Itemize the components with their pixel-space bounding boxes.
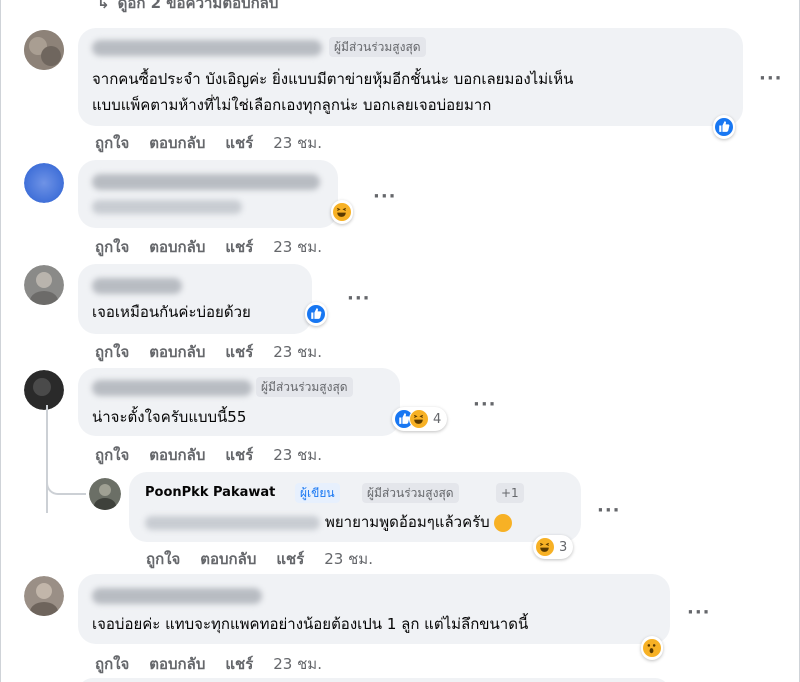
like-button[interactable]: ถูกใจ: [95, 446, 129, 464]
comment-bubble: เจอบ่อยค่ะ แทบจะทุกแพคทอย่างน้อยต้องเปน …: [78, 574, 670, 644]
share-button[interactable]: แชร์: [225, 343, 253, 361]
like-button[interactable]: ถูกใจ: [95, 343, 129, 361]
timestamp[interactable]: 23 ชม.: [273, 343, 322, 361]
haha-reaction-icon: [332, 202, 352, 222]
comment-text: เจอบ่อยค่ะ แทบจะทุกแพคทอย่างน้อยต้องเปน …: [92, 615, 529, 633]
view-more-replies-label: ดูอีก 2 ข้อความตอบกลับ: [117, 0, 279, 12]
avatar-image: [24, 576, 64, 616]
blurred-author-name[interactable]: [92, 174, 320, 190]
reaction-summary[interactable]: [331, 200, 353, 224]
comment-thread: ↳ ดูอีก 2 ข้อความตอบกลับ ผู้มีส่วนร่วมสูง…: [0, 0, 800, 682]
reaction-summary[interactable]: [641, 636, 663, 660]
timestamp[interactable]: 23 ชม.: [273, 446, 322, 464]
like-reaction-icon: [306, 304, 326, 324]
haha-reaction-icon: [535, 537, 555, 557]
thread-line: [46, 405, 48, 513]
reaction-summary[interactable]: 4: [392, 407, 448, 431]
reaction-summary[interactable]: 3: [533, 535, 574, 559]
blurred-comment-text: [92, 200, 242, 214]
reaction-summary[interactable]: [713, 115, 735, 139]
timestamp[interactable]: 23 ชม.: [273, 655, 322, 673]
reply-button[interactable]: ตอบกลับ: [149, 238, 205, 256]
comment-bubble: ผู้มีส่วนร่วมสูงสุด จากคนซื้อประจำ บังเอ…: [78, 28, 743, 126]
avatar[interactable]: [24, 265, 64, 305]
like-button[interactable]: ถูกใจ: [95, 134, 129, 152]
avatar-image: [24, 265, 64, 305]
comment-bubble-partial: [78, 678, 670, 682]
comment-text-line-2: แบบแพ็คตามห้างที่ไม่ใช่เลือกเองทุกลูกน่ะ…: [92, 96, 492, 114]
reaction-count: 4: [433, 411, 442, 427]
haha-reaction-icon: [409, 409, 429, 429]
reaction-count: 3: [559, 539, 568, 555]
reply-button[interactable]: ตอบกลับ: [149, 134, 205, 152]
avatar-image: [24, 30, 64, 70]
reply-actions: ถูกใจ ตอบกลับ แชร์ 23 ชม.: [146, 547, 373, 571]
comment-text: น่าจะตั้งใจครับแบบนี้55: [92, 408, 247, 426]
reaction-summary[interactable]: [305, 302, 327, 326]
reply-button[interactable]: ตอบกลับ: [149, 343, 205, 361]
comment-actions: ถูกใจ ตอบกลับ แชร์ 23 ชม.: [95, 131, 322, 155]
more-badges-count[interactable]: +1: [496, 483, 524, 503]
author-badge: ผู้เขียน: [295, 483, 340, 503]
comment-actions: ถูกใจ ตอบกลับ แชร์ 23 ชม.: [95, 652, 322, 676]
more-options-icon[interactable]: ···: [597, 502, 621, 520]
more-options-icon[interactable]: ···: [373, 188, 397, 206]
avatar[interactable]: [89, 478, 121, 510]
comment-actions: ถูกใจ ตอบกลับ แชร์ 23 ชม.: [95, 340, 322, 364]
avatar[interactable]: [24, 370, 64, 410]
blurred-author-name[interactable]: [92, 40, 322, 56]
more-options-icon[interactable]: ···: [347, 290, 371, 308]
avatar-image: [89, 478, 121, 510]
reply-text: พยายามพูดอ้อมๆแล้วครับ: [325, 510, 513, 534]
avatar[interactable]: [24, 163, 64, 203]
comment-text: เจอเหมือนกันค่ะบ่อยด้วย: [92, 303, 251, 321]
timestamp[interactable]: 23 ชม.: [273, 134, 322, 152]
top-contributor-badge: ผู้มีส่วนร่วมสูงสุด: [256, 377, 353, 397]
reply-button[interactable]: ตอบกลับ: [149, 446, 205, 464]
wow-reaction-icon: [642, 638, 662, 658]
avatar-image: [24, 370, 64, 410]
like-reaction-icon: [714, 117, 734, 137]
like-button[interactable]: ถูกใจ: [95, 655, 129, 673]
share-button[interactable]: แชร์: [225, 238, 253, 256]
blurred-author-name[interactable]: [92, 588, 262, 604]
reply-button[interactable]: ตอบกลับ: [200, 550, 256, 568]
arrow-icon: ↳: [97, 0, 110, 12]
reply-text-content: พยายามพูดอ้อมๆแล้วครับ: [325, 513, 490, 531]
comment-bubble: [78, 160, 338, 228]
reply-bubble: PoonPkk Pakawat ผู้เขียน ผู้มีส่วนร่วมสู…: [129, 472, 581, 542]
share-button[interactable]: แชร์: [276, 550, 304, 568]
blurred-author-name[interactable]: [92, 278, 182, 294]
comment-bubble: ผู้มีส่วนร่วมสูงสุด น่าจะตั้งใจครับแบบนี…: [78, 368, 400, 436]
blurred-author-name[interactable]: [92, 380, 252, 396]
grinning-sweat-emoji-icon: [494, 513, 513, 532]
comment-actions: ถูกใจ ตอบกลับ แชร์ 23 ชม.: [95, 235, 322, 259]
avatar[interactable]: [24, 30, 64, 70]
top-contributor-badge: ผู้มีส่วนร่วมสูงสุด: [362, 483, 459, 503]
share-button[interactable]: แชร์: [225, 134, 253, 152]
comment-bubble: เจอเหมือนกันค่ะบ่อยด้วย: [78, 264, 312, 334]
top-contributor-badge: ผู้มีส่วนร่วมสูงสุด: [329, 37, 426, 57]
reply-button[interactable]: ตอบกลับ: [149, 655, 205, 673]
more-options-icon[interactable]: ···: [473, 396, 497, 414]
comment-actions: ถูกใจ ตอบกลับ แชร์ 23 ชม.: [95, 443, 322, 467]
timestamp[interactable]: 23 ชม.: [273, 238, 322, 256]
author-name[interactable]: PoonPkk Pakawat: [145, 485, 275, 500]
avatar[interactable]: [24, 576, 64, 616]
thread-connector: [46, 475, 86, 495]
comment-text-line-1: จากคนซื้อประจำ บังเอิญค่ะ ยิ่งแบบมีตาข่า…: [92, 70, 574, 88]
like-button[interactable]: ถูกใจ: [95, 238, 129, 256]
like-button[interactable]: ถูกใจ: [146, 550, 180, 568]
avatar-image: [24, 163, 64, 203]
more-options-icon[interactable]: ···: [687, 604, 711, 622]
more-options-icon[interactable]: ···: [759, 70, 783, 88]
share-button[interactable]: แชร์: [225, 655, 253, 673]
view-more-replies-link[interactable]: ↳ ดูอีก 2 ข้อความตอบกลับ: [97, 0, 278, 15]
blurred-mention: [145, 516, 320, 530]
share-button[interactable]: แชร์: [225, 446, 253, 464]
timestamp[interactable]: 23 ชม.: [324, 550, 373, 568]
